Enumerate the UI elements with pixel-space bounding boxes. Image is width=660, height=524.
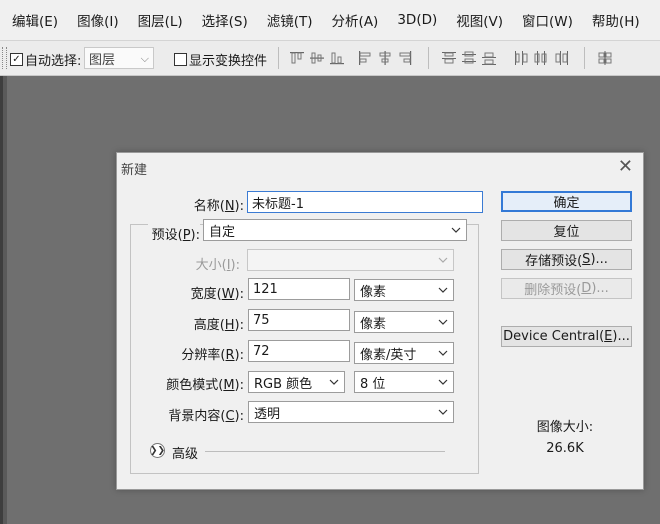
left-panel-edge (0, 76, 3, 524)
show-transform-checkbox[interactable]: 显示变换控件 (174, 50, 267, 69)
resolution-unit-select[interactable]: 像素/英寸 (354, 342, 454, 364)
distribute-bottom-edges-icon[interactable] (480, 49, 498, 67)
advanced-expand-icon[interactable]: ❯❯ (150, 443, 165, 458)
chevron-down-icon: ⌵ (140, 52, 149, 65)
preset-label: 预设(P): (147, 224, 200, 243)
chevron-down-icon (438, 319, 448, 325)
align-horizontal-centers-icon[interactable] (376, 49, 394, 67)
name-label: 名称(N): (193, 199, 244, 214)
menu-analysis[interactable]: 分析(A) (320, 10, 386, 30)
chevron-down-icon (438, 350, 448, 356)
chevron-down-icon (438, 257, 448, 263)
toolbar-grip[interactable] (2, 47, 7, 69)
color-mode-value: RGB 颜色 (254, 376, 313, 392)
advanced-label[interactable]: 高级 (172, 443, 198, 462)
menu-help[interactable]: 帮助(H) (580, 10, 647, 30)
chevron-down-icon (438, 409, 448, 415)
width-field[interactable]: 121 (248, 278, 350, 300)
align-left-edges-icon[interactable] (356, 49, 374, 67)
menu-image[interactable]: 图像(I) (65, 10, 126, 30)
resolution-label: 分辨率(R): (181, 348, 244, 363)
separator (428, 47, 429, 69)
menu-window[interactable]: 窗口(W) (510, 10, 580, 30)
width-unit-value: 像素 (360, 284, 387, 300)
bit-depth-value: 8 位 (360, 376, 386, 392)
options-bar: ✓ 自动选择: 图层 ⌵ 显示变换控件 (0, 41, 660, 76)
color-mode-select[interactable]: RGB 颜色 (248, 371, 345, 393)
height-value: 75 (253, 312, 270, 328)
resolution-unit-value: 像素/英寸 (360, 347, 417, 363)
width-label: 宽度(W): (190, 287, 244, 302)
auto-select-label: 自动选择: (25, 54, 82, 69)
device-central-button[interactable]: Device Central(E)... (501, 326, 632, 347)
menu-3d[interactable]: 3D(D) (385, 12, 444, 28)
delete-preset-button[interactable]: 删除预设(D)... (501, 278, 632, 299)
menu-filter[interactable]: 滤镜(T) (255, 10, 320, 30)
chevron-down-icon (451, 227, 461, 233)
distribute-right-edges-icon[interactable] (552, 49, 570, 67)
image-size-label: 图像大小: (536, 420, 594, 435)
save-preset-button[interactable]: 存储预设(S)... (501, 249, 632, 270)
auto-select-target-select[interactable]: 图层 ⌵ (84, 47, 154, 69)
menu-bar: 编辑(E) 图像(I) 图层(L) 选择(S) 滤镜(T) 分析(A) 3D(D… (0, 0, 660, 41)
size-label: 大小(I): (195, 258, 240, 273)
new-document-dialog: 新建 ✕ 名称(N): 未标题-1 预设(P): 自定 大小(I): 宽度(W)… (116, 152, 644, 490)
menu-layer[interactable]: 图层(L) (126, 10, 190, 30)
background-select[interactable]: 透明 (248, 401, 454, 423)
menu-select[interactable]: 选择(S) (190, 10, 255, 30)
dialog-title: 新建 (121, 163, 148, 178)
height-label: 高度(H): (193, 318, 244, 333)
align-bottom-edges-icon[interactable] (328, 49, 346, 67)
distribute-vertical-centers-icon[interactable] (460, 49, 478, 67)
distribute-horizontal-centers-icon[interactable] (532, 49, 550, 67)
align-right-edges-icon[interactable] (396, 49, 414, 67)
bit-depth-select[interactable]: 8 位 (354, 371, 454, 393)
preset-value: 自定 (209, 224, 236, 240)
separator (584, 47, 585, 69)
auto-align-layers-icon[interactable] (596, 49, 614, 67)
close-icon[interactable]: ✕ (618, 156, 633, 177)
width-value: 121 (253, 281, 278, 297)
reset-button[interactable]: 复位 (501, 220, 632, 241)
separator (278, 47, 279, 69)
name-field[interactable]: 未标题-1 (247, 191, 483, 213)
show-transform-label: 显示变换控件 (189, 54, 268, 69)
name-value: 未标题-1 (252, 196, 304, 212)
height-unit-select[interactable]: 像素 (354, 311, 454, 333)
ok-button[interactable]: 确定 (501, 191, 632, 212)
align-top-edges-icon[interactable] (288, 49, 306, 67)
menu-edit[interactable]: 编辑(E) (0, 10, 65, 30)
height-field[interactable]: 75 (248, 309, 350, 331)
preset-select[interactable]: 自定 (203, 219, 467, 241)
width-unit-select[interactable]: 像素 (354, 279, 454, 301)
chevron-down-icon (329, 379, 339, 385)
auto-select-check-icon[interactable]: ✓ (10, 53, 23, 66)
advanced-divider (205, 451, 445, 452)
align-vertical-centers-icon[interactable] (308, 49, 326, 67)
menu-view[interactable]: 视图(V) (444, 10, 510, 30)
color-mode-label: 颜色模式(M): (166, 378, 244, 393)
size-select[interactable] (247, 249, 454, 271)
chevron-down-icon (438, 379, 448, 385)
auto-select-target-value: 图层 (89, 52, 116, 68)
chevron-down-icon (438, 287, 448, 293)
resolution-value: 72 (253, 343, 270, 359)
background-label: 背景内容(C): (168, 409, 244, 424)
distribute-left-edges-icon[interactable] (512, 49, 530, 67)
distribute-top-edges-icon[interactable] (440, 49, 458, 67)
height-unit-value: 像素 (360, 316, 387, 332)
auto-select-checkbox[interactable]: ✓ 自动选择: (10, 50, 81, 69)
image-size-value: 26.6K (546, 441, 584, 456)
show-transform-check-icon[interactable] (174, 53, 187, 66)
resolution-field[interactable]: 72 (248, 340, 350, 362)
background-value: 透明 (254, 406, 281, 422)
